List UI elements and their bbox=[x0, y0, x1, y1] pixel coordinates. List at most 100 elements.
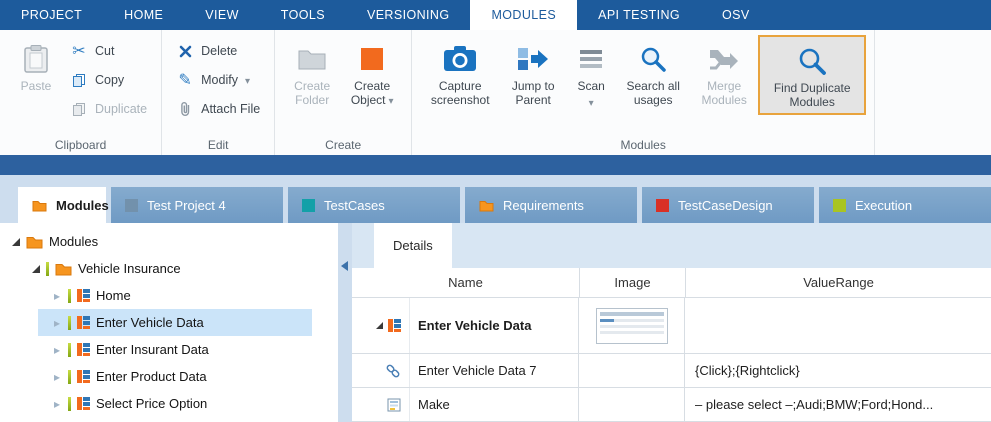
jump-to-parent-label: Jump to Parent bbox=[505, 79, 561, 107]
cell-name[interactable]: Enter Vehicle Data 7 bbox=[410, 354, 579, 387]
tab-label: Requirements bbox=[503, 198, 584, 213]
execution-icon bbox=[833, 199, 846, 212]
checkout-state-bar-icon bbox=[68, 316, 71, 330]
module-icon bbox=[77, 370, 90, 383]
cut-label: Cut bbox=[95, 44, 114, 58]
duplicate-button[interactable]: Duplicate bbox=[64, 96, 153, 122]
cell-valuerange[interactable]: – please select –;Audi;BMW;Ford;Hond... bbox=[685, 388, 991, 421]
panel-splitter[interactable] bbox=[338, 223, 352, 422]
menu-item-view[interactable]: VIEW bbox=[184, 0, 260, 30]
menu-item-osv[interactable]: OSV bbox=[701, 0, 771, 30]
duplicate-icon bbox=[70, 102, 88, 116]
cell-image[interactable] bbox=[579, 298, 685, 353]
find-duplicate-modules-button[interactable]: Find Duplicate Modules bbox=[758, 35, 866, 115]
testcasedesign-icon bbox=[656, 199, 669, 212]
module-icon bbox=[77, 289, 90, 302]
tab-testcasedesign[interactable]: TestCaseDesign bbox=[642, 187, 814, 223]
ribbon-toolbar: Paste Cut Copy Duplicate bbox=[0, 30, 991, 155]
modify-button[interactable]: Modify bbox=[170, 67, 266, 93]
menu-item-modules[interactable]: MODULES bbox=[470, 0, 577, 30]
expanded-triangle-icon[interactable] bbox=[376, 322, 383, 329]
thumbnail-line bbox=[600, 319, 664, 322]
create-object-caret-icon[interactable] bbox=[389, 93, 394, 107]
paste-button[interactable]: Paste bbox=[8, 35, 64, 97]
tab-execution[interactable]: Execution bbox=[819, 187, 991, 223]
attach-file-button[interactable]: Attach File bbox=[170, 96, 266, 122]
scan-dropdown-caret-icon[interactable] bbox=[589, 93, 594, 111]
create-folder-button[interactable]: Create Folder bbox=[283, 35, 341, 111]
merge-modules-button[interactable]: Merge Modules bbox=[690, 35, 758, 111]
folder-orange-icon bbox=[55, 262, 72, 276]
cell-name[interactable]: Enter Vehicle Data bbox=[410, 298, 579, 353]
table-row[interactable]: Enter Vehicle Data 7 {Click};{Rightclick… bbox=[352, 354, 991, 388]
tree-item-enter-vehicle-data[interactable]: Enter Vehicle Data bbox=[0, 309, 338, 336]
cut-button[interactable]: Cut bbox=[64, 38, 153, 64]
ribbon-bottom-band bbox=[0, 155, 991, 175]
ribbon-group-modules: Capture screenshot Jump to Parent Scan bbox=[412, 30, 875, 155]
thumbnail-header-bar bbox=[600, 312, 664, 316]
tree-item-enter-insurant-data[interactable]: Enter Insurant Data bbox=[0, 336, 338, 363]
collapsed-triangle-icon[interactable] bbox=[52, 398, 62, 410]
column-header-name[interactable]: Name bbox=[352, 268, 580, 297]
checkout-state-bar-icon bbox=[68, 289, 71, 303]
scan-icon bbox=[578, 39, 604, 79]
tree-item-modules-root[interactable]: Modules bbox=[0, 228, 338, 255]
tree-item-vehicle-insurance[interactable]: Vehicle Insurance bbox=[0, 255, 338, 282]
collapsed-triangle-icon[interactable] bbox=[52, 371, 62, 383]
project-icon bbox=[125, 199, 138, 212]
modify-label: Modify bbox=[201, 73, 238, 87]
tree-item-enter-product-data[interactable]: Enter Product Data bbox=[0, 363, 338, 390]
tab-details[interactable]: Details bbox=[374, 223, 452, 268]
collapsed-triangle-icon[interactable] bbox=[52, 290, 62, 302]
menu-item-tools[interactable]: TOOLS bbox=[260, 0, 346, 30]
clipboard-small-buttons: Cut Copy Duplicate bbox=[64, 35, 153, 122]
cell-image[interactable] bbox=[579, 354, 685, 387]
jump-to-parent-icon bbox=[517, 39, 549, 79]
search-all-usages-label: Search all usages bbox=[621, 79, 685, 107]
create-object-button[interactable]: Create Object bbox=[341, 35, 403, 113]
cell-valuerange[interactable] bbox=[685, 298, 991, 353]
attach-file-label: Attach File bbox=[201, 102, 260, 116]
menu-item-api-testing[interactable]: API TESTING bbox=[577, 0, 701, 30]
cell-name[interactable]: Make bbox=[410, 388, 579, 421]
tab-requirements[interactable]: Requirements bbox=[465, 187, 637, 223]
tab-modules[interactable]: Modules × bbox=[18, 187, 106, 223]
jump-to-parent-button[interactable]: Jump to Parent bbox=[500, 35, 566, 111]
tree-item-select-price-option[interactable]: Select Price Option bbox=[0, 390, 338, 417]
capture-screenshot-button[interactable]: Capture screenshot bbox=[420, 35, 500, 111]
checkout-state-bar-icon bbox=[68, 370, 71, 384]
menu-item-home[interactable]: HOME bbox=[103, 0, 184, 30]
paste-clipboard-icon bbox=[23, 39, 49, 79]
tab-testcases[interactable]: TestCases bbox=[288, 187, 460, 223]
tree-item-label: Vehicle Insurance bbox=[78, 261, 181, 276]
search-all-usages-button[interactable]: Search all usages bbox=[616, 35, 690, 111]
column-header-image[interactable]: Image bbox=[580, 268, 686, 297]
copy-icon bbox=[70, 73, 88, 87]
module-icon bbox=[77, 316, 90, 329]
delete-button[interactable]: Delete bbox=[170, 38, 266, 64]
requirements-folder-icon bbox=[479, 199, 494, 212]
tab-label: Modules bbox=[56, 198, 109, 213]
ribbon-group-clipboard: Paste Cut Copy Duplicate bbox=[0, 30, 162, 155]
menu-bar: PROJECT HOME VIEW TOOLS VERSIONING MODUL… bbox=[0, 0, 991, 30]
expanded-triangle-icon[interactable] bbox=[32, 265, 40, 273]
table-row[interactable]: Make – please select –;Audi;BMW;Ford;Hon… bbox=[352, 388, 991, 422]
create-object-label: Create Object bbox=[346, 79, 398, 109]
tree-item-home[interactable]: Home bbox=[0, 282, 338, 309]
tab-test-project-4[interactable]: Test Project 4 bbox=[111, 187, 283, 223]
expanded-triangle-icon[interactable] bbox=[12, 238, 20, 246]
cell-image[interactable] bbox=[579, 388, 685, 421]
modify-dropdown-caret-icon[interactable] bbox=[245, 73, 250, 87]
table-row[interactable]: Enter Vehicle Data bbox=[352, 298, 991, 354]
copy-button[interactable]: Copy bbox=[64, 67, 153, 93]
menu-item-versioning[interactable]: VERSIONING bbox=[346, 0, 471, 30]
column-header-valuerange[interactable]: ValueRange bbox=[686, 268, 991, 297]
collapsed-triangle-icon[interactable] bbox=[52, 317, 62, 329]
create-folder-label: Create Folder bbox=[288, 79, 336, 107]
cell-valuerange[interactable]: {Click};{Rightclick} bbox=[685, 354, 991, 387]
scan-button[interactable]: Scan bbox=[566, 35, 616, 115]
collapsed-triangle-icon[interactable] bbox=[52, 344, 62, 356]
module-screenshot-thumbnail[interactable] bbox=[596, 308, 668, 344]
collapse-panel-arrow-icon[interactable] bbox=[341, 261, 348, 271]
menu-item-project[interactable]: PROJECT bbox=[0, 0, 103, 30]
